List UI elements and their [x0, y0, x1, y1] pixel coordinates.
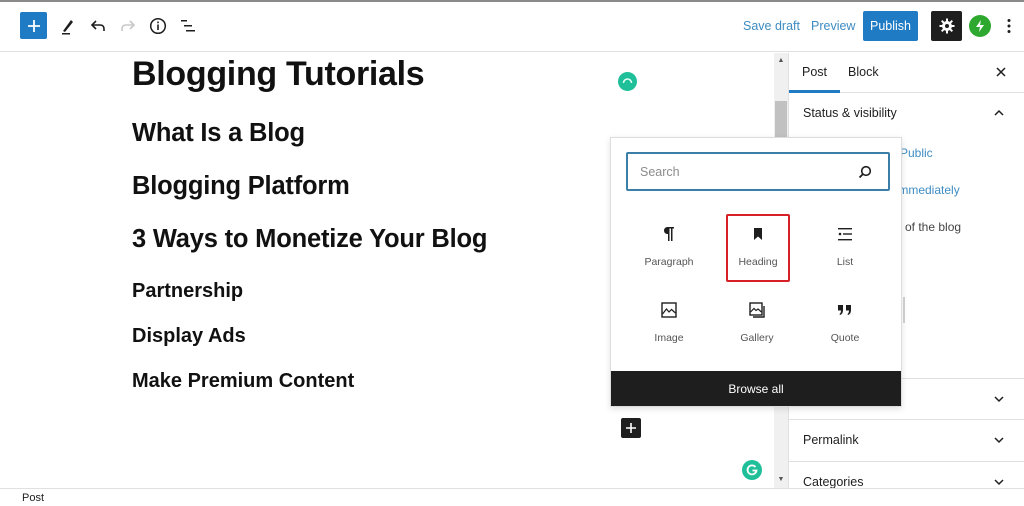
- panel-title: Status & visibility: [803, 106, 897, 120]
- jetpack-bolt-icon: [976, 20, 984, 32]
- block-search-input[interactable]: [640, 163, 850, 181]
- block-option-list[interactable]: List: [813, 214, 877, 282]
- block-label: Heading: [738, 256, 778, 268]
- publish-value[interactable]: Immediately: [895, 183, 960, 197]
- heading-block[interactable]: Display Ads: [132, 325, 246, 348]
- editor-header: Save draft Preview Publish: [0, 0, 1024, 52]
- search-icon: [858, 165, 872, 179]
- heading-block[interactable]: Partnership: [132, 280, 243, 303]
- loading-spinner-icon: [618, 72, 637, 91]
- quote-icon: [838, 305, 851, 315]
- image-icon: [661, 302, 677, 318]
- tools-button[interactable]: [54, 12, 82, 40]
- add-block-button[interactable]: [621, 418, 641, 438]
- grammarly-icon[interactable]: [742, 460, 762, 480]
- heading-block[interactable]: Make Premium Content: [132, 370, 354, 393]
- chevron-down-icon: [994, 437, 1004, 444]
- heading-block[interactable]: Blogging Platform: [132, 172, 350, 201]
- jetpack-button[interactable]: [969, 15, 991, 37]
- plus-icon: [27, 19, 40, 32]
- tab-post[interactable]: Post: [789, 53, 841, 93]
- block-label: Image: [654, 332, 684, 344]
- panel-title: Permalink: [803, 433, 859, 447]
- block-option-paragraph[interactable]: Paragraph: [637, 214, 701, 282]
- heading-block[interactable]: 3 Ways to Monetize Your Blog: [132, 225, 487, 254]
- block-option-quote[interactable]: Quote: [813, 290, 877, 358]
- block-label: Quote: [830, 332, 860, 344]
- paragraph-icon: [663, 227, 674, 241]
- window-top-border: [0, 0, 1024, 2]
- panel-categories[interactable]: Categories: [789, 462, 1024, 488]
- details-button[interactable]: [144, 12, 172, 40]
- block-label: Gallery: [740, 332, 774, 344]
- list-view-icon: [181, 20, 195, 32]
- sidebar-tabs: Post Block: [789, 53, 1024, 93]
- block-option-image[interactable]: Image: [637, 290, 701, 358]
- panel-status-visibility[interactable]: Status & visibility: [789, 93, 1024, 135]
- browse-all-button[interactable]: Browse all: [611, 371, 901, 406]
- publish-button[interactable]: Publish: [863, 11, 918, 41]
- preview-button[interactable]: Preview: [811, 12, 855, 40]
- more-vertical-icon: [1007, 19, 1011, 33]
- redo-button[interactable]: [114, 12, 142, 40]
- visibility-value[interactable]: Public: [900, 146, 933, 160]
- chevron-up-icon: [994, 109, 1004, 116]
- undo-button[interactable]: [84, 12, 112, 40]
- chevron-down-icon: [994, 479, 1004, 486]
- plus-icon: [626, 423, 636, 433]
- pencil-icon: [62, 20, 73, 35]
- close-icon: [996, 67, 1006, 77]
- close-sidebar-button[interactable]: [991, 63, 1011, 83]
- block-inserter-toggle[interactable]: [20, 12, 47, 39]
- gallery-icon: [749, 302, 765, 318]
- block-option-gallery[interactable]: Gallery: [725, 290, 789, 358]
- block-label: List: [836, 256, 854, 268]
- block-inserter-popover: Paragraph Heading List Image Gallery Quo…: [610, 137, 902, 407]
- sidebar-scrollbar-thumb[interactable]: [903, 297, 905, 323]
- info-icon: [149, 17, 167, 35]
- more-options-button[interactable]: [1002, 14, 1016, 38]
- bookmark-heading-icon: [754, 228, 762, 240]
- list-view-button[interactable]: [174, 12, 202, 40]
- post-title[interactable]: Blogging Tutorials: [132, 55, 425, 94]
- save-draft-button[interactable]: Save draft: [743, 12, 800, 40]
- block-label: Paragraph: [644, 256, 694, 268]
- chevron-down-icon: [994, 396, 1004, 403]
- tab-block[interactable]: Block: [835, 53, 892, 93]
- redo-icon: [121, 20, 136, 31]
- heading-block[interactable]: What Is a Blog: [132, 119, 305, 148]
- undo-icon: [90, 20, 105, 31]
- block-search-field[interactable]: [626, 152, 890, 191]
- block-option-heading[interactable]: Heading: [726, 214, 790, 282]
- panel-permalink[interactable]: Permalink: [789, 420, 1024, 462]
- panel-title: Categories: [803, 475, 864, 488]
- scroll-down-arrow-icon[interactable]: ▼: [774, 474, 788, 486]
- block-breadcrumb-bar: Post: [0, 488, 1024, 506]
- settings-button[interactable]: [931, 11, 962, 41]
- sticky-label: of the blog: [905, 220, 962, 234]
- scroll-up-arrow-icon[interactable]: ▲: [774, 55, 788, 67]
- list-icon: [838, 228, 852, 241]
- breadcrumb-post[interactable]: Post: [22, 492, 44, 504]
- gear-icon: [939, 18, 954, 34]
